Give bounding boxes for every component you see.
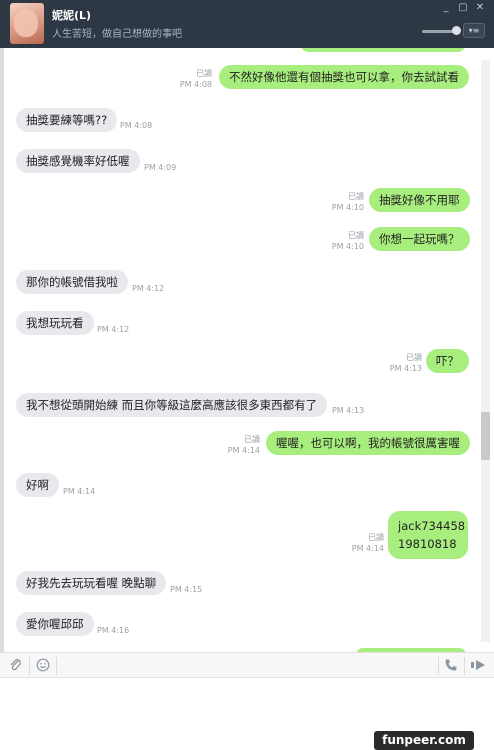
- read-receipt: 已讀: [244, 435, 260, 444]
- phone-icon[interactable]: [443, 658, 459, 674]
- read-receipt: 已讀: [368, 533, 384, 542]
- volume-slider-knob[interactable]: [452, 26, 461, 35]
- message-time: PM 4:13: [332, 406, 365, 415]
- smiley-icon[interactable]: [35, 658, 51, 674]
- message-bubble-outgoing: 不然好像他還有個抽獎也可以拿，你去試試看: [219, 65, 469, 89]
- message-meta: 已讀 PM 4:14: [342, 532, 384, 554]
- read-receipt: 已讀: [196, 69, 212, 78]
- read-receipt: 已讀: [406, 353, 422, 362]
- chat-scrollbar-thumb[interactable]: [481, 412, 490, 460]
- message-bubble-incoming: 抽獎要練等嗎??: [16, 108, 118, 132]
- message-time: PM 4:14: [351, 544, 384, 553]
- paperclip-icon[interactable]: [8, 658, 24, 674]
- send-icon-svg: [471, 660, 485, 670]
- message-meta: 已讀 PM 4:10: [322, 191, 364, 213]
- contact-status-message: 人生苦短，做自己想做的事吧: [52, 29, 182, 40]
- message-bubble-incoming: 我想玩玩看: [16, 311, 94, 335]
- message-time: PM 4:10: [331, 242, 364, 251]
- message-bubble-incoming: 抽獎感覺機率好低喔: [16, 149, 140, 173]
- smiley-icon-svg: [36, 658, 50, 672]
- message-bubble-outgoing: 你想一起玩嗎？: [369, 227, 470, 251]
- message-time: PM 4:14: [63, 487, 96, 496]
- message-bubble-incoming: 我不想從頭開始練 而且你等級這麼高應該很多東西都有了: [16, 393, 328, 417]
- message-bubble-incoming: 那你的帳號借我啦: [16, 270, 128, 294]
- minimize-button[interactable]: _: [440, 3, 452, 13]
- message-time: PM 4:16: [97, 626, 130, 635]
- chat-menu-button[interactable]: ▾≡: [463, 23, 485, 38]
- phone-icon-svg: [445, 659, 457, 671]
- message-line: jack734458: [398, 519, 466, 533]
- message-time: PM 4:09: [144, 163, 177, 172]
- message-time: PM 4:15: [170, 585, 203, 594]
- toolbar-divider: [464, 657, 465, 675]
- message-time: PM 4:13: [389, 364, 422, 373]
- message-bubble-outgoing: jack734458 19810818: [388, 511, 468, 559]
- read-receipt: 已讀: [348, 231, 364, 240]
- message-bubble-outgoing: 喔喔，也可以啊，我的帳號很厲害喔: [266, 431, 470, 455]
- window-edge: [0, 48, 4, 652]
- message-bubble-outgoing: 吓？: [426, 349, 469, 373]
- message-time: PM 4:08: [120, 121, 153, 130]
- message-bubble-outgoing: 抽獎好像不用耶: [369, 188, 470, 212]
- toolbar-divider: [438, 657, 439, 675]
- chat-message-list[interactable]: 已讀 PM 4:08 不然好像他還有個抽獎也可以拿，你去試試看 抽獎要練等嗎??…: [0, 48, 494, 652]
- read-receipt: 已讀: [348, 192, 364, 201]
- chat-header: 妮妮(L) 人生苦短，做自己想做的事吧 _ ▢ ✕ ▾≡: [0, 0, 494, 48]
- message-time: PM 4:12: [132, 284, 165, 293]
- close-button[interactable]: ✕: [474, 3, 486, 13]
- message-bubble-incoming: 好啊: [16, 473, 59, 497]
- input-toolbar: [0, 652, 494, 678]
- message-time: PM 4:10: [331, 203, 364, 212]
- message-bubble-partial: [300, 48, 466, 52]
- message-bubble-incoming: 愛你喔邱邱: [16, 612, 94, 636]
- message-time: PM 4:08: [179, 80, 212, 89]
- contact-name[interactable]: 妮妮(L): [52, 7, 91, 23]
- watermark: funpeer.com: [374, 731, 474, 750]
- message-meta: 已讀 PM 4:10: [322, 230, 364, 252]
- chat-scrollbar[interactable]: [481, 60, 490, 642]
- message-meta: 已讀 PM 4:13: [380, 352, 422, 374]
- message-line: 19810818: [398, 537, 457, 551]
- toolbar-divider: [29, 657, 30, 675]
- message-meta: 已讀 PM 4:14: [218, 434, 260, 456]
- message-meta: 已讀 PM 4:08: [170, 68, 212, 90]
- paperclip-icon-svg: [10, 659, 21, 671]
- message-time: PM 4:14: [227, 446, 260, 455]
- toolbar-divider: [56, 657, 57, 675]
- send-icon[interactable]: [470, 658, 486, 674]
- message-time: PM 4:12: [97, 325, 130, 334]
- message-bubble-incoming: 好我先去玩玩看喔 晚點聊: [16, 571, 167, 595]
- maximize-button[interactable]: ▢: [457, 3, 469, 13]
- contact-avatar[interactable]: [10, 3, 44, 44]
